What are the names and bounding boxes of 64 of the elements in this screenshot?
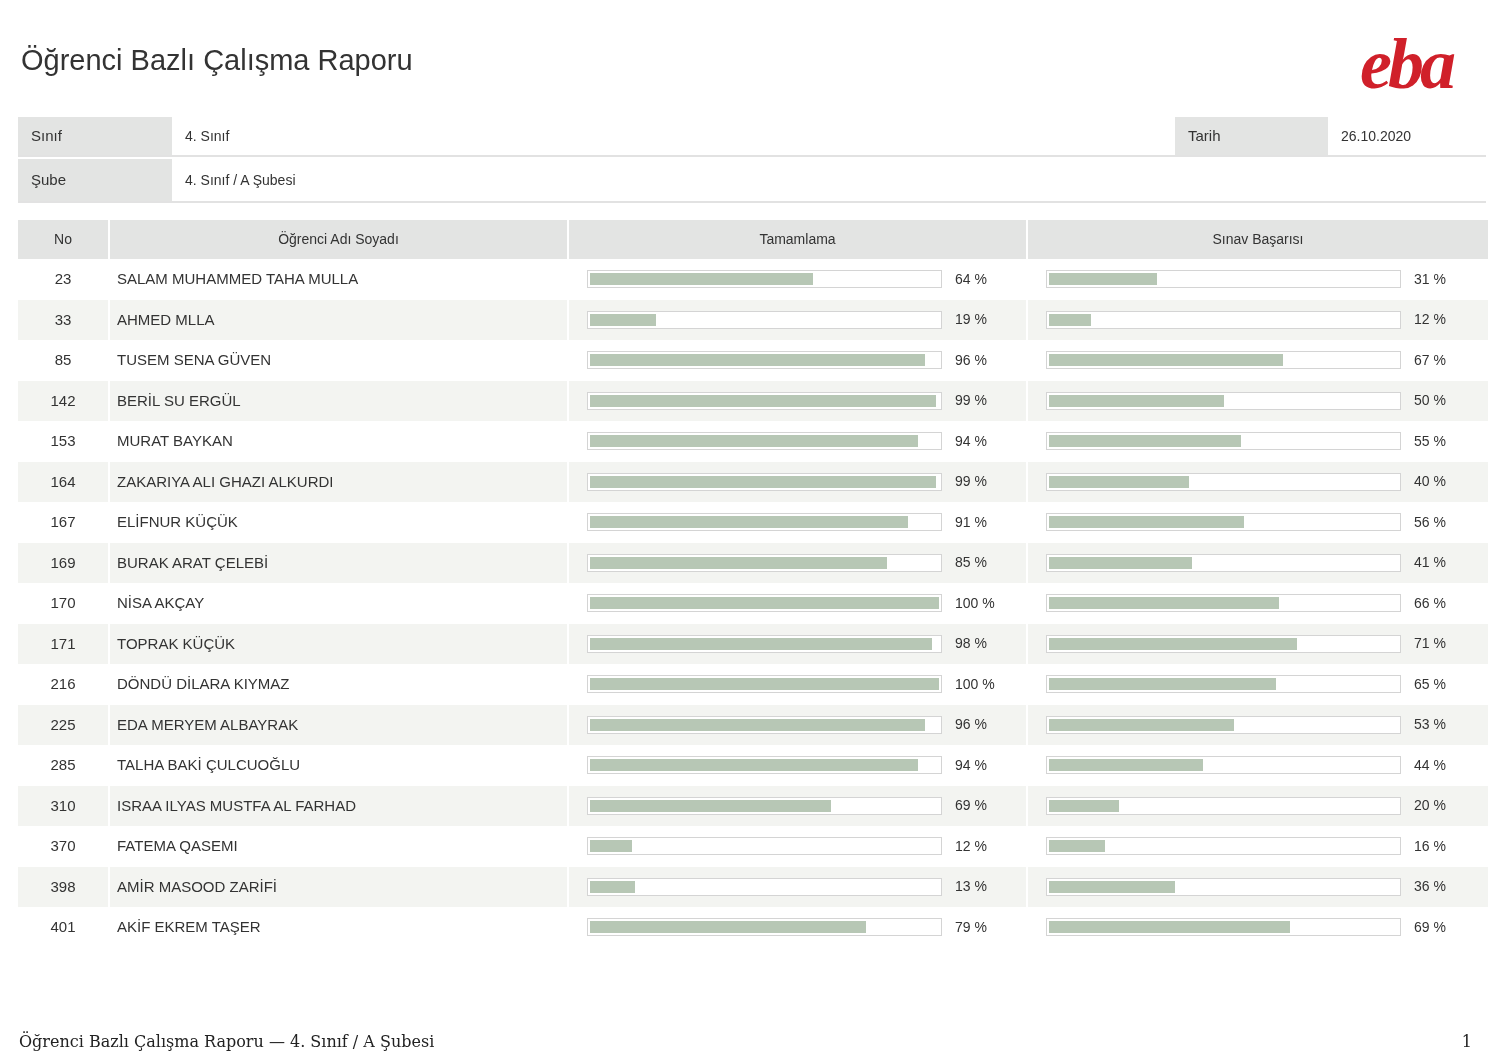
table-cell: 142	[18, 380, 108, 421]
percent-text: 94 %	[955, 755, 987, 775]
table-cell: ISRAA ILYAS MUSTFA AL FARHAD	[110, 785, 567, 826]
percent-text: 65 %	[1414, 674, 1446, 694]
percent-text: 96 %	[955, 715, 987, 735]
column-header: Tamamlama	[569, 220, 1026, 259]
table-cell: AMİR MASOOD ZARİFİ	[110, 866, 567, 907]
table-cell: EDA MERYEM ALBAYRAK	[110, 704, 567, 745]
percent-text: 44 %	[1414, 755, 1446, 775]
column-header: Öğrenci Adı Soyadı	[110, 220, 567, 259]
percent-text: 91 %	[955, 512, 987, 532]
percent-text: 12 %	[1414, 310, 1446, 330]
percent-text: 69 %	[955, 796, 987, 816]
table-cell: TOPRAK KÜÇÜK	[110, 623, 567, 664]
percent-text: 79 %	[955, 917, 987, 937]
percent-text: 64 %	[955, 269, 987, 289]
field-value: 4. Sınıf / A Şubesi	[184, 170, 297, 190]
table-cell: 171	[18, 623, 108, 664]
table-cell: BERİL SU ERGÜL	[110, 380, 567, 421]
page-number: 1	[1461, 1031, 1472, 1053]
table-cell: ZAKARIYA ALI GHAZI ALKURDI	[110, 461, 567, 502]
table-cell: 33	[18, 299, 108, 340]
table-cell: 164	[18, 461, 108, 502]
percent-text: 56 %	[1414, 512, 1446, 532]
column-header: No	[18, 220, 108, 259]
percent-text: 99 %	[955, 472, 987, 492]
footer-text: Öğrenci Bazlı Çalışma Raporu — 4. Sınıf / A Şubesi	[19, 1030, 435, 1053]
logo: eba	[1360, 28, 1452, 100]
table-cell: AHMED MLLA	[110, 299, 567, 340]
percent-text: 53 %	[1414, 715, 1446, 735]
field-value: 4. Sınıf	[184, 126, 231, 146]
percent-text: 16 %	[1414, 836, 1446, 856]
percent-text: 94 %	[955, 431, 987, 451]
percent-text: 31 %	[1414, 269, 1446, 289]
table-cell: 398	[18, 866, 108, 907]
percent-text: 20 %	[1414, 796, 1446, 816]
percent-text: 40 %	[1414, 472, 1446, 492]
percent-text: 99 %	[955, 391, 987, 411]
field-label: Şube	[18, 159, 172, 201]
report-title: Öğrenci Bazlı Çalışma Raporu	[21, 43, 413, 78]
percent-text: 100 %	[955, 674, 995, 694]
percent-text: 50 %	[1414, 391, 1446, 411]
percent-text: 71 %	[1414, 634, 1446, 654]
table-cell: 225	[18, 704, 108, 745]
percent-text: 55 %	[1414, 431, 1446, 451]
percent-text: 85 %	[955, 553, 987, 573]
column-header: Sınav Başarısı	[1028, 220, 1488, 259]
field-label: Tarih	[1175, 117, 1328, 155]
percent-text: 12 %	[955, 836, 987, 856]
percent-text: 67 %	[1414, 350, 1446, 370]
percent-text: 13 %	[955, 877, 987, 897]
percent-text: 96 %	[955, 350, 987, 370]
percent-text: 98 %	[955, 634, 987, 654]
percent-text: 69 %	[1414, 917, 1446, 937]
field-value: 26.10.2020	[1340, 126, 1413, 146]
percent-text: 19 %	[955, 310, 987, 330]
percent-text: 100 %	[955, 593, 995, 613]
table-cell: BURAK ARAT ÇELEBİ	[110, 542, 567, 583]
percent-text: 41 %	[1414, 553, 1446, 573]
field-label: Sınıf	[18, 117, 172, 155]
percent-text: 36 %	[1414, 877, 1446, 897]
percent-text: 66 %	[1414, 593, 1446, 613]
table-cell: 169	[18, 542, 108, 583]
table-cell: 310	[18, 785, 108, 826]
